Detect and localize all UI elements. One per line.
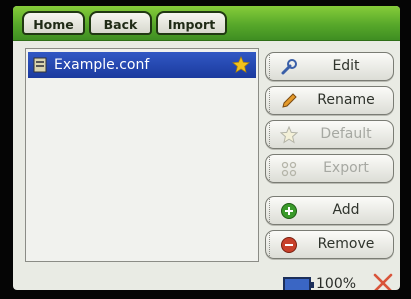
button-edge <box>269 197 274 224</box>
battery-icon <box>283 277 314 290</box>
add-label: Add <box>332 202 360 218</box>
button-edge <box>269 155 274 182</box>
rename-label: Rename <box>317 92 375 108</box>
edit-label: Edit <box>332 58 360 74</box>
export-icon <box>281 161 297 177</box>
add-button[interactable]: Add <box>265 196 394 225</box>
star-icon[interactable] <box>232 56 250 74</box>
export-button[interactable]: Export <box>265 154 394 183</box>
default-button[interactable]: Default <box>265 120 394 149</box>
wrench-icon <box>281 59 297 75</box>
default-label: Default <box>320 126 372 142</box>
button-edge <box>269 231 274 258</box>
export-label: Export <box>323 160 369 176</box>
button-edge <box>269 87 274 114</box>
file-list[interactable]: Example.conf <box>25 48 259 262</box>
file-name: Example.conf <box>54 57 150 73</box>
pencil-icon <box>282 93 297 108</box>
remove-button[interactable]: Remove <box>265 230 394 259</box>
button-edge <box>269 121 274 148</box>
tab-import[interactable]: Import <box>156 11 227 35</box>
tab-back[interactable]: Back <box>89 11 152 35</box>
tab-home[interactable]: Home <box>22 11 85 35</box>
file-icon <box>33 57 47 73</box>
top-tab-bar: Home Back Import <box>13 6 400 41</box>
screen: Home Back Import Example.conf Edit Renam… <box>13 6 400 290</box>
rename-button[interactable]: Rename <box>265 86 394 115</box>
list-item[interactable]: Example.conf <box>28 52 256 78</box>
edit-button[interactable]: Edit <box>265 52 394 81</box>
close-icon[interactable] <box>372 272 394 290</box>
remove-icon <box>281 237 297 253</box>
remove-label: Remove <box>317 236 375 252</box>
button-edge <box>269 53 274 80</box>
add-icon <box>281 203 297 219</box>
battery-level: 100% <box>316 276 357 290</box>
star-outline-icon <box>280 126 298 144</box>
